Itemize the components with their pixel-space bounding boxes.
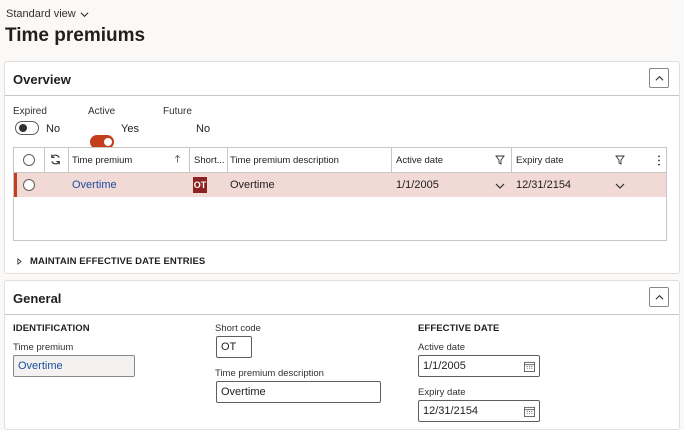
- cell-short-code: OT: [193, 177, 207, 193]
- future-value: No: [196, 123, 211, 135]
- general-collapse-button[interactable]: [649, 287, 669, 307]
- description-value: Overtime: [221, 386, 266, 398]
- active-date-value: 1/1/2005: [423, 360, 466, 372]
- chevron-down-icon: [80, 11, 89, 17]
- col-active-date[interactable]: Active date: [396, 155, 443, 166]
- page-title: Time premiums: [5, 25, 146, 46]
- general-divider: [5, 314, 679, 315]
- expiry-date-field[interactable]: 12/31/2154: [418, 400, 540, 422]
- description-field[interactable]: Overtime: [216, 381, 381, 403]
- chevron-up-icon: [655, 294, 663, 300]
- caret-right-icon: [17, 258, 22, 265]
- description-label: Time premium description: [215, 368, 324, 379]
- row-select-radio[interactable]: [23, 179, 35, 191]
- select-all-radio[interactable]: [23, 154, 35, 166]
- overview-divider: [5, 95, 679, 96]
- expiry-date-value: 12/31/2154: [423, 405, 479, 417]
- active-label: Active: [88, 106, 116, 117]
- col-description[interactable]: Time premium description: [230, 155, 339, 166]
- expired-label: Expired: [13, 106, 47, 117]
- chevron-up-icon: [655, 75, 663, 81]
- chevron-down-icon[interactable]: [495, 181, 505, 191]
- time-premiums-grid: Time premium Short... Time premium descr…: [13, 147, 667, 241]
- calendar-icon[interactable]: [524, 361, 535, 372]
- cell-time-premium[interactable]: Overtime: [72, 179, 117, 191]
- chevron-down-icon[interactable]: [615, 181, 625, 191]
- col-short[interactable]: Short...: [194, 155, 230, 166]
- view-selector-label: Standard view: [6, 8, 76, 20]
- refresh-icon[interactable]: [49, 153, 62, 166]
- expired-toggle[interactable]: [15, 121, 39, 135]
- overview-card: Overview Expired No Active Yes Future No…: [4, 61, 680, 274]
- time-premium-field[interactable]: Overtime: [13, 355, 135, 377]
- col-time-premium[interactable]: Time premium: [72, 155, 132, 166]
- time-premium-value: Overtime: [18, 360, 63, 372]
- short-code-field[interactable]: OT: [216, 336, 252, 358]
- time-premium-label: Time premium: [13, 342, 74, 353]
- grid-header: Time premium Short... Time premium descr…: [14, 148, 666, 196]
- expired-value: No: [46, 123, 61, 135]
- general-card: General IDENTIFICATION Time premium Over…: [4, 280, 680, 430]
- more-options-icon[interactable]: [657, 155, 661, 166]
- cell-description: Overtime: [230, 179, 275, 191]
- view-selector[interactable]: Standard view: [6, 8, 89, 20]
- active-value: Yes: [121, 123, 139, 135]
- overview-collapse-button[interactable]: [649, 68, 669, 88]
- future-label: Future: [163, 106, 192, 117]
- effective-date-heading: EFFECTIVE DATE: [418, 323, 500, 334]
- maintain-effective-dates-expander[interactable]: MAINTAIN EFFECTIVE DATE ENTRIES: [17, 256, 205, 267]
- table-row[interactable]: Overtime OT Overtime 1/1/2005 12/31/2154: [14, 173, 666, 197]
- filter-icon[interactable]: [495, 155, 505, 165]
- short-code-value: OT: [221, 341, 237, 353]
- identification-heading: IDENTIFICATION: [13, 323, 90, 334]
- short-code-label: Short code: [215, 323, 261, 334]
- expiry-date-label: Expiry date: [418, 387, 466, 398]
- sort-ascending-icon: [175, 154, 180, 163]
- active-date-field[interactable]: 1/1/2005: [418, 355, 540, 377]
- cell-expiry-date: 12/31/2154: [516, 179, 572, 191]
- active-date-label: Active date: [418, 342, 465, 353]
- row-selected-marker: [14, 173, 17, 197]
- calendar-icon[interactable]: [524, 406, 535, 417]
- filter-icon[interactable]: [615, 155, 625, 165]
- overview-title: Overview: [13, 72, 71, 87]
- cell-active-date: 1/1/2005: [396, 179, 439, 191]
- maintain-effective-dates-label: MAINTAIN EFFECTIVE DATE ENTRIES: [30, 256, 206, 267]
- col-expiry-date[interactable]: Expiry date: [516, 155, 564, 166]
- general-title: General: [13, 291, 62, 306]
